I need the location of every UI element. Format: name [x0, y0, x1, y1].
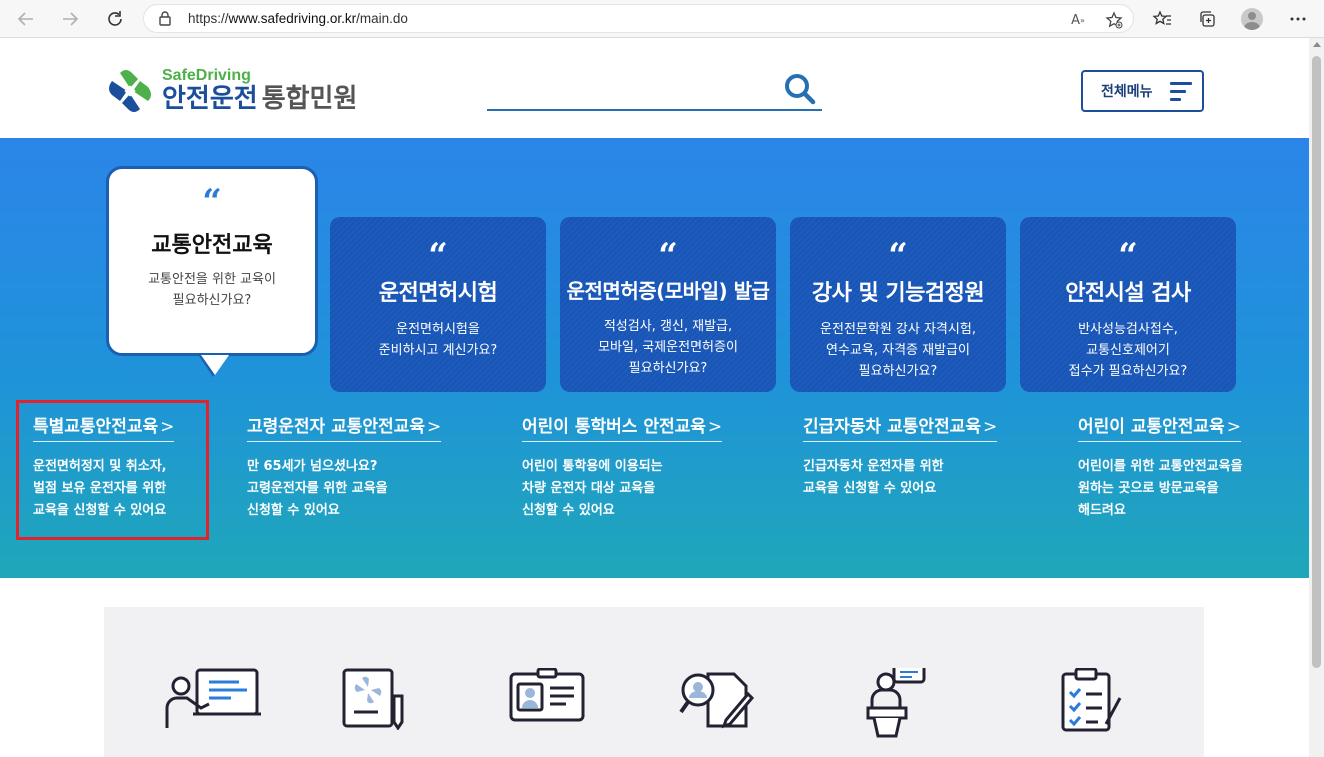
refresh-icon[interactable] — [103, 7, 127, 31]
favorites-icon[interactable] — [1150, 7, 1174, 31]
card-license-issue[interactable]: “ 운전면허증(모바일) 발급 적성검사, 갱신, 재발급, 모바일, 국제운전… — [560, 217, 776, 392]
url-text: https://www.safedriving.or.kr/main.do — [188, 11, 408, 26]
chevron-right-icon: > — [426, 417, 442, 437]
card-license-test[interactable]: “ 운전면허시험 운전면허시험을 준비하시고 계신가요? — [330, 217, 546, 392]
card-title: 안전시설 검사 — [1065, 281, 1191, 306]
card-desc: 반사성능검사접수, 교통신호제어기 접수가 필요하신가요? — [1068, 322, 1188, 379]
back-icon[interactable] — [14, 7, 38, 31]
quote-icon: “ — [202, 182, 222, 222]
services-panel — [104, 607, 1204, 757]
card-title: 운전면허증(모바일) 발급 — [566, 279, 770, 303]
speaker-podium-icon[interactable] — [864, 662, 928, 742]
logo-korean-sub: 통합민원 — [261, 84, 358, 114]
edu-link-school-bus[interactable]: 어린이 통학버스 안전교육 > 어린이 통학용에 이용되는 차량 운전자 대상 교… — [522, 412, 723, 522]
site-logo[interactable]: SafeDriving 안전운전 통합민원 — [104, 68, 357, 114]
edu-link-title[interactable]: 특별교통안전교육 > — [33, 412, 175, 442]
more-options-icon[interactable] — [1286, 7, 1310, 31]
edu-link-title[interactable]: 어린이 교통안전교육 > — [1078, 412, 1241, 442]
quote-icon: “ — [428, 236, 448, 276]
address-bar[interactable]: https://www.safedriving.or.kr/main.do A» — [143, 4, 1134, 33]
checklist-icon[interactable] — [1060, 667, 1124, 736]
chevron-right-icon: > — [160, 417, 175, 437]
card-instructor-examiner[interactable]: “ 강사 및 기능검정원 운전전문학원 강사 자격시험, 연수교육, 자격증 재… — [790, 217, 1006, 392]
site-header: SafeDriving 안전운전 통합민원 전체메뉴 — [0, 38, 1309, 138]
card-desc: 운전전문학원 강사 자격시험, 연수교육, 자격증 재발급이 필요하신가요? — [820, 322, 976, 379]
featured-card-desc: 교통안전을 위한 교육이 필요하신가요? — [148, 272, 276, 308]
quote-icon: “ — [1118, 236, 1138, 276]
card-desc: 적성검사, 갱신, 재발급, 모바일, 국제운전면허증이 필요하신가요? — [598, 319, 738, 376]
search-document-icon[interactable] — [678, 668, 758, 734]
document-pen-icon[interactable] — [340, 668, 410, 734]
edu-link-desc: 어린이를 위한 교통안전교육을 원하는 곳으로 방문교육을 해드려요 — [1078, 459, 1243, 518]
full-menu-button[interactable]: 전체메뉴 — [1081, 70, 1204, 112]
chevron-right-icon: > — [707, 417, 723, 437]
card-desc: 운전면허시험을 준비하시고 계신가요? — [378, 322, 498, 358]
edu-link-desc: 긴급자동차 운전자를 위한 교육을 신청할 수 있어요 — [803, 459, 944, 496]
edu-link-desc: 만 65세가 넘으셨나요? 고령운전자를 위한 교육을 신청할 수 있어요 — [247, 459, 388, 518]
browser-toolbar: https://www.safedriving.or.kr/main.do A» — [0, 0, 1324, 38]
quote-icon: “ — [658, 236, 678, 276]
id-card-icon[interactable] — [508, 667, 586, 728]
lecture-icon[interactable] — [165, 668, 263, 736]
profile-avatar[interactable] — [1240, 7, 1264, 31]
scrollbar-thumb[interactable] — [1312, 56, 1321, 668]
logo-korean-main: 안전운전 — [162, 84, 258, 114]
search-input[interactable] — [487, 109, 822, 111]
edu-link-title[interactable]: 고령운전자 교통안전교육 > — [247, 412, 442, 442]
read-aloud-icon[interactable]: A» — [1068, 10, 1088, 30]
hero-section: “ 교통안전교육 교통안전을 위한 교육이 필요하신가요? “ 운전면허시험 운… — [0, 138, 1309, 578]
chevron-right-icon: > — [982, 417, 998, 437]
page-scrollbar[interactable] — [1309, 38, 1324, 757]
forward-icon[interactable] — [58, 7, 82, 31]
featured-card-title: 교통안전교육 — [151, 233, 273, 258]
card-title: 강사 및 기능검정원 — [811, 281, 985, 306]
edu-link-desc: 어린이 통학용에 이용되는 차량 운전자 대상 교육을 신청할 수 있어요 — [522, 459, 663, 518]
edu-link-title[interactable]: 긴급자동차 교통안전교육 > — [803, 412, 998, 442]
add-favorite-icon[interactable] — [1104, 10, 1124, 30]
edu-link-emergency-vehicle[interactable]: 긴급자동차 교통안전교육 > 긴급자동차 운전자를 위한 교육을 신청할 수 있어… — [803, 412, 998, 500]
lock-icon[interactable] — [158, 11, 172, 30]
edu-link-title[interactable]: 어린이 통학버스 안전교육 > — [522, 412, 723, 442]
edu-link-special[interactable]: 특별교통안전교육 > 운전면허정지 및 취소자, 벌점 보유 운전자를 위한 교육… — [33, 412, 175, 522]
collections-icon[interactable] — [1195, 7, 1219, 31]
clover-logo-icon — [109, 70, 151, 112]
edu-link-desc: 운전면허정지 및 취소자, 벌점 보유 운전자를 위한 교육을 신청할 수 있어… — [33, 459, 167, 518]
edu-link-children[interactable]: 어린이 교통안전교육 > 어린이를 위한 교통안전교육을 원하는 곳으로 방문교육… — [1078, 412, 1243, 522]
chevron-right-icon: > — [1226, 417, 1241, 437]
full-menu-label: 전체메뉴 — [1101, 84, 1153, 100]
featured-card-traffic-safety-education[interactable]: “ 교통안전교육 교통안전을 위한 교육이 필요하신가요? — [106, 166, 318, 375]
quote-icon: “ — [888, 236, 908, 276]
card-title: 운전면허시험 — [378, 281, 498, 306]
search-icon[interactable] — [783, 72, 817, 110]
edu-link-elderly[interactable]: 고령운전자 교통안전교육 > 만 65세가 넘으셨나요? 고령운전자를 위한 교육… — [247, 412, 442, 522]
card-safety-facility-inspection[interactable]: “ 안전시설 검사 반사성능검사접수, 교통신호제어기 접수가 필요하신가요? — [1020, 217, 1236, 392]
hamburger-icon — [1170, 82, 1192, 106]
logo-english: SafeDriving — [162, 67, 251, 84]
scroll-up-icon[interactable] — [1313, 42, 1321, 47]
